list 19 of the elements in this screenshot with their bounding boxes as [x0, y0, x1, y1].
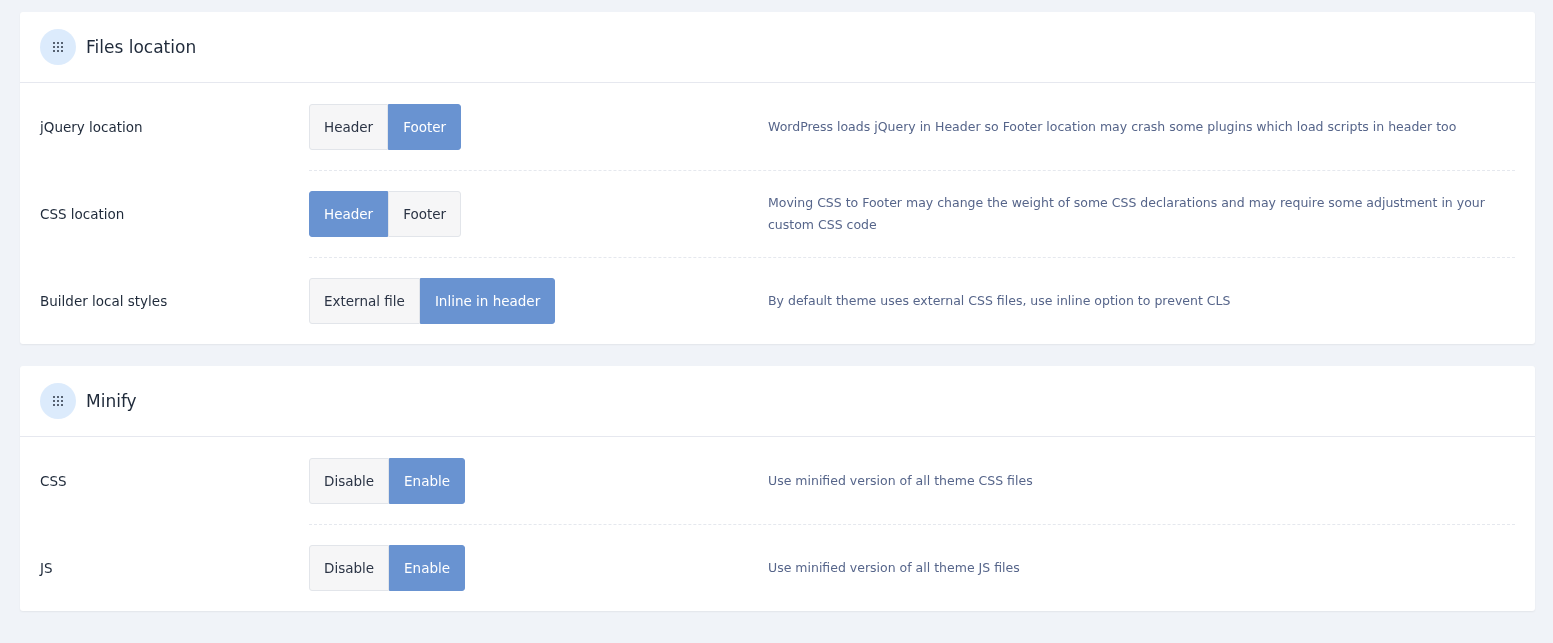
option-button[interactable]: Disable: [309, 457, 390, 504]
option-button[interactable]: Header: [309, 103, 389, 150]
setting-description: Use minified version of all theme JS files: [768, 558, 1021, 577]
section-title: Minify: [86, 391, 137, 411]
setting-label: CSS: [40, 472, 68, 489]
setting-description: By default theme uses external CSS files, use inline option to prevent CLS: [768, 291, 1232, 310]
setting-label: Builder local styles: [40, 292, 169, 309]
setting-label: jQuery location: [40, 118, 144, 135]
option-button[interactable]: Disable: [309, 544, 390, 591]
setting-description: Moving CSS to Footer may change the weight of some CSS declarations and may require some adjustment in your custom CSS code: [768, 193, 1486, 234]
option-button[interactable]: External file: [309, 277, 420, 324]
grid-icon: [40, 29, 76, 65]
grid-icon: [40, 383, 76, 419]
setting-label: CSS location: [40, 205, 126, 222]
setting-description: WordPress loads jQuery in Header so Footer location may crash some plugins which load scripts in header too: [768, 117, 1458, 136]
setting-description: Use minified version of all theme CSS files: [768, 471, 1034, 490]
option-button[interactable]: Footer: [388, 190, 462, 237]
setting-label: JS: [40, 559, 54, 576]
section-title: Files location: [86, 37, 197, 57]
